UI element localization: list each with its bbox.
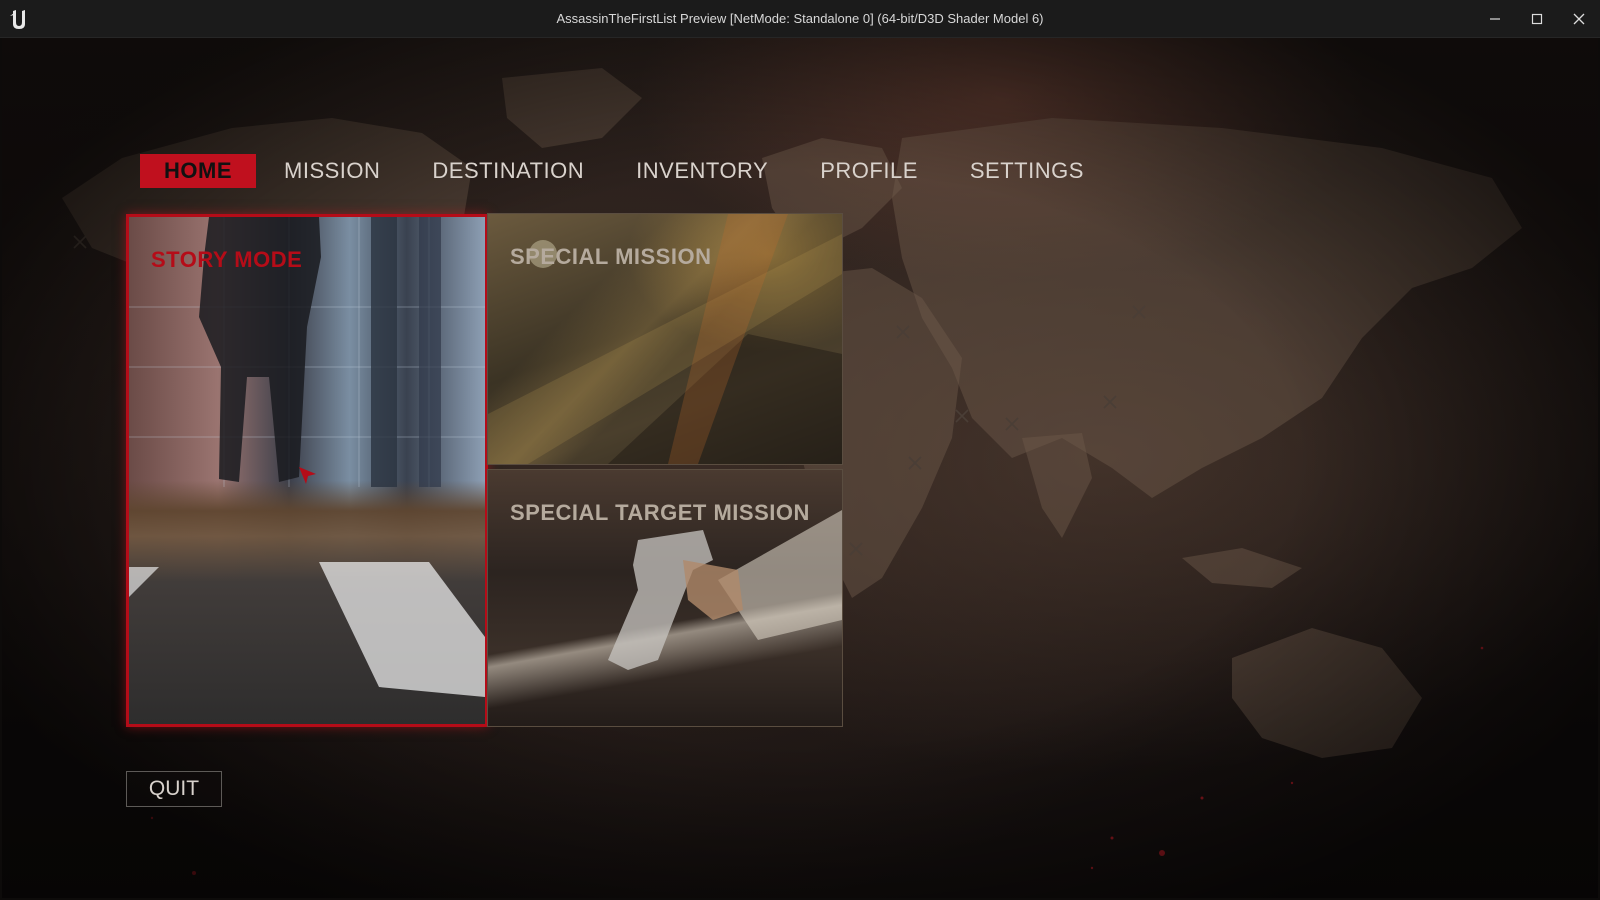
quit-button[interactable]: QUIT (126, 771, 222, 807)
tab-inventory[interactable]: INVENTORY (612, 154, 792, 188)
minimize-icon[interactable] (1474, 0, 1516, 38)
tab-mission[interactable]: MISSION (260, 154, 404, 188)
window-titlebar: AssassinTheFirstList Preview [NetMode: S… (0, 0, 1600, 38)
special-mission-label: SPECIAL MISSION (510, 244, 712, 269)
window-controls (1474, 0, 1600, 38)
close-icon[interactable] (1558, 0, 1600, 38)
red-arrow-cursor-icon (298, 466, 318, 490)
special-target-mission-card[interactable]: SPECIAL TARGET MISSION (487, 469, 843, 727)
tab-settings[interactable]: SETTINGS (946, 154, 1108, 188)
tab-home[interactable]: HOME (140, 154, 256, 188)
story-mode-label: STORY MODE (151, 247, 303, 272)
tab-profile[interactable]: PROFILE (796, 154, 942, 188)
special-target-mission-label: SPECIAL TARGET MISSION (510, 500, 810, 525)
main-nav: HOME MISSION DESTINATION INVENTORY PROFI… (140, 154, 1112, 188)
maximize-icon[interactable] (1516, 0, 1558, 38)
game-viewport: HOME MISSION DESTINATION INVENTORY PROFI… (2, 38, 1598, 898)
window-title: AssassinTheFirstList Preview [NetMode: S… (556, 11, 1044, 26)
special-mission-card[interactable]: SPECIAL MISSION (487, 213, 843, 465)
tab-destination[interactable]: DESTINATION (408, 154, 608, 188)
